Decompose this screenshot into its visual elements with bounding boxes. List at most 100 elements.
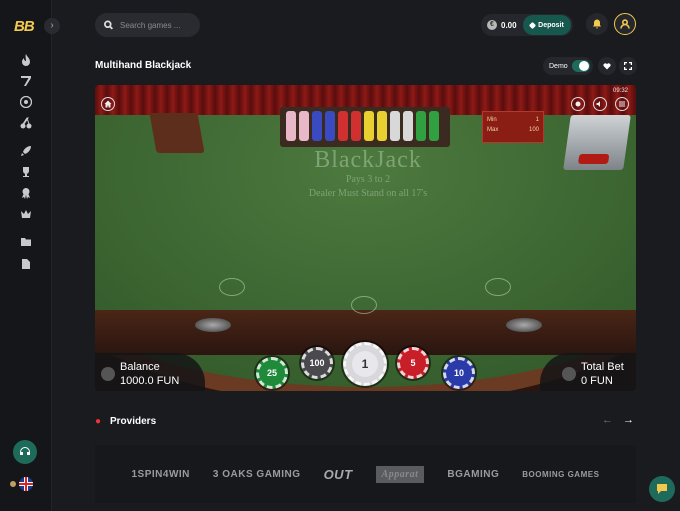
language-selector[interactable]: [10, 477, 33, 491]
demo-label: Demo: [549, 62, 568, 70]
chip-stack-icon: [562, 367, 576, 381]
game-menu-button[interactable]: [615, 97, 629, 111]
sidebar: BB ›: [0, 0, 60, 511]
menu-icon: [619, 101, 625, 107]
chip-5[interactable]: 5: [397, 347, 429, 379]
provider-logo[interactable]: 3 OAKS GAMING: [213, 469, 301, 480]
card-shoe: [563, 115, 631, 170]
search-icon: [104, 20, 113, 30]
deposit-label: Deposit: [538, 21, 564, 29]
chip-10[interactable]: 10: [443, 357, 475, 389]
bet-spot-right[interactable]: [485, 278, 511, 296]
uk-flag-icon: [19, 477, 33, 491]
game-settings-button[interactable]: [571, 97, 585, 111]
rack-column: [429, 111, 439, 141]
notifications-button[interactable]: [586, 13, 608, 35]
live-chat-button[interactable]: [649, 476, 675, 502]
fullscreen-icon: [624, 62, 632, 70]
bet-spot-left[interactable]: [219, 278, 245, 296]
max-label: Max: [487, 127, 499, 133]
chat-icon: [657, 484, 667, 494]
provider-logo[interactable]: 1SPIN4WIN: [132, 469, 190, 480]
rack-column: [390, 111, 400, 141]
rack-column: [377, 111, 387, 141]
search-input[interactable]: [120, 20, 200, 30]
deposit-button[interactable]: Deposit: [523, 15, 571, 35]
rack-column: [351, 111, 361, 141]
fire-icon[interactable]: [18, 52, 34, 68]
provider-logo[interactable]: Apparat: [375, 465, 425, 483]
table-logo-pays: Pays 3 to 2: [345, 174, 391, 185]
providers-list: 1SPIN4WIN 3 OAKS GAMING OUT Apparat BGAM…: [95, 445, 636, 503]
rack-column: [338, 111, 348, 141]
chip-5-label: 5: [403, 353, 423, 373]
fullscreen-button[interactable]: [619, 57, 637, 75]
folder-icon[interactable]: [18, 234, 34, 250]
speaker-icon: [596, 101, 600, 107]
table-logo-rule: Dealer Must Stand on all 17's: [308, 188, 428, 199]
providers-title: Providers: [110, 416, 157, 427]
headset-icon: [20, 447, 30, 455]
min-value: 1: [535, 117, 539, 123]
balance-label: Balance: [120, 361, 160, 373]
chip-25[interactable]: 25: [256, 357, 288, 389]
providers-next-button[interactable]: →: [623, 414, 634, 426]
total-bet-value: 0 FUN: [581, 375, 613, 387]
crown-icon[interactable]: [18, 206, 34, 222]
bell-icon: [593, 19, 601, 29]
document-icon[interactable]: [18, 256, 34, 272]
sidebar-collapse-button[interactable]: ›: [44, 18, 60, 34]
chip-100[interactable]: 100: [301, 347, 333, 379]
language-indicator-icon: [10, 481, 16, 487]
brand-logo[interactable]: BB: [14, 18, 35, 35]
demo-toggle[interactable]: Demo: [543, 57, 593, 75]
provider-logo[interactable]: BOOMING GAMES: [522, 470, 599, 479]
bet-spot-center[interactable]: [351, 296, 377, 314]
total-bet-panel: Total Bet 0 FUN: [540, 353, 636, 391]
provider-logo[interactable]: BGAMING: [447, 469, 499, 480]
favorite-button[interactable]: [598, 57, 616, 75]
user-profile-button[interactable]: [614, 13, 636, 35]
total-bet-label: Total Bet: [581, 361, 624, 373]
rack-column: [325, 111, 335, 141]
user-icon: [620, 19, 630, 29]
balance-amount: 0.00: [501, 20, 517, 30]
award-icon[interactable]: [18, 185, 34, 201]
balance-panel: Balance 1000.0 FUN: [95, 353, 205, 391]
search-bar[interactable]: [95, 13, 200, 37]
roulette-icon[interactable]: [18, 94, 34, 110]
support-button[interactable]: [13, 440, 37, 464]
game-home-button[interactable]: [101, 97, 115, 111]
chip-1[interactable]: 1: [343, 342, 387, 386]
chip-100-label: 100: [307, 353, 327, 373]
trophy-icon[interactable]: [18, 164, 34, 180]
game-sound-button[interactable]: [593, 97, 607, 111]
providers-prev-button[interactable]: ←: [602, 414, 613, 426]
cup-holder-left: [195, 318, 231, 332]
game-title: Multihand Blackjack: [95, 60, 192, 71]
rack-column: [312, 111, 322, 141]
game-frame[interactable]: Min 1 Max 100 09:32 BlackJack Pays 3 to 2 …: [95, 85, 636, 391]
table-logo: BlackJack Pays 3 to 2 Dealer Must Stand …: [263, 147, 473, 199]
wallet-icon: [101, 367, 115, 381]
home-icon: [104, 100, 112, 108]
table-limits-sign: Min 1 Max 100: [482, 111, 544, 143]
discard-tray: [149, 113, 205, 153]
rack-column: [403, 111, 413, 141]
diamond-icon: [529, 21, 537, 29]
slot-seven-icon[interactable]: [18, 73, 34, 89]
rack-column: [416, 111, 426, 141]
cherry-icon[interactable]: [18, 115, 34, 131]
chip-settings-icon: [575, 101, 581, 107]
rocket-icon[interactable]: [18, 143, 34, 159]
cup-holder-right: [506, 318, 542, 332]
max-value: 100: [528, 127, 539, 133]
provider-logo[interactable]: OUT: [324, 467, 353, 482]
demo-switch[interactable]: [572, 60, 590, 72]
chip-10-label: 10: [449, 363, 469, 383]
heart-icon: [603, 63, 611, 70]
chip-25-label: 25: [262, 363, 282, 383]
dealer-chip-rack: [280, 107, 450, 147]
rack-column: [364, 111, 374, 141]
balance-value: 1000.0 FUN: [120, 375, 180, 387]
